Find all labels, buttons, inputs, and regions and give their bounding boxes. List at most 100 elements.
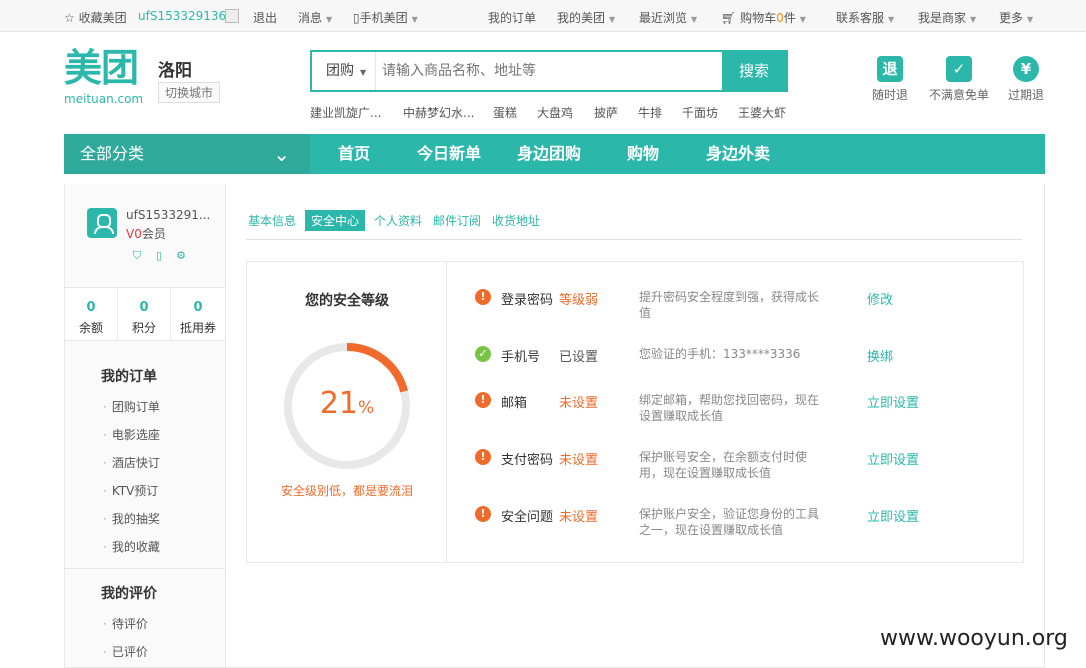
hot-keyword[interactable]: 千面坊	[682, 104, 718, 121]
chevron-down-icon: ⌄	[273, 142, 290, 166]
search-button[interactable]: 搜索	[722, 52, 786, 90]
tab-basic-info[interactable]: 基本信息	[242, 210, 302, 231]
search-category-label: 团购	[326, 63, 354, 79]
nav-link-takeout[interactable]: 身边外卖	[706, 134, 770, 174]
nav-link-nearby-deals[interactable]: 身边团购	[517, 134, 581, 174]
search-category-select[interactable]: 团购 ▼	[312, 52, 376, 90]
watermark: www.wooyun.org	[880, 626, 1068, 651]
account-tabs: 基本信息 安全中心 个人资料 邮件订阅 收货地址	[246, 210, 1022, 240]
chevron-down-icon: ▼	[411, 15, 418, 24]
account-stats: 0 余额 0 积分 0 抵用券	[65, 287, 225, 341]
phone-icon[interactable]: ▯	[151, 248, 167, 264]
checkmark-icon: ✓	[946, 56, 972, 82]
member-level: V0会员	[126, 225, 166, 242]
info-icon: !	[475, 392, 491, 408]
cart-count: 0	[776, 11, 784, 25]
user-id-link[interactable]: ufS153329136	[138, 9, 226, 23]
set-security-question-link[interactable]: 立即设置	[867, 506, 919, 525]
set-email-link[interactable]: 立即设置	[867, 392, 919, 411]
chevron-down-icon: ▼	[609, 15, 616, 24]
info-icon: !	[475, 289, 491, 305]
sidebar-item-hotel[interactable]: 酒店快订	[103, 454, 160, 471]
mobile-meituan-menu[interactable]: ▯手机美团 ▼	[353, 9, 418, 26]
security-item-payment-password: ! 支付密码 未设置 保护账号安全，在余额支付时使用，现在设置赚取成长值 立即设…	[475, 448, 1015, 488]
recent-label: 最近浏览	[639, 11, 688, 25]
security-warning: 安全级别低，都是要流泪	[280, 484, 413, 498]
more-menu[interactable]: 更多 ▼	[999, 9, 1033, 26]
stat-label: 抵用券	[179, 321, 216, 335]
stat-vouchers[interactable]: 0 抵用券	[171, 288, 225, 340]
tab-mail-subscription[interactable]: 邮件订阅	[427, 210, 487, 231]
stat-value: 0	[139, 300, 149, 315]
messages-menu[interactable]: 消息 ▼	[298, 9, 332, 26]
security-center-panel: 基本信息 安全中心 个人资料 邮件订阅 收货地址 您的安全等级 21% 安全级别…	[226, 184, 1045, 668]
rebind-phone-link[interactable]: 换绑	[867, 346, 893, 365]
merchant-menu[interactable]: 我是商家 ▼	[918, 9, 976, 26]
gear-icon[interactable]: ⚙	[173, 248, 189, 264]
chevron-down-icon: ▼	[799, 15, 806, 24]
recent-menu[interactable]: 最近浏览 ▼	[639, 9, 697, 26]
security-item-state: 未设置	[559, 453, 599, 468]
set-payment-password-link[interactable]: 立即设置	[867, 449, 919, 468]
my-orders-heading: 我的订单	[101, 369, 157, 385]
hot-keyword[interactable]: 王婆大虾	[738, 104, 786, 121]
my-meituan-menu[interactable]: 我的美团 ▼	[557, 9, 615, 26]
check-icon: ✓	[475, 346, 491, 362]
chevron-down-icon: ▼	[888, 15, 895, 24]
promise-free-if-unsatisfied[interactable]: ✓ 不满意免单	[924, 56, 994, 103]
hot-keyword[interactable]: 蛋糕	[493, 104, 517, 121]
sidebar-item-movie-seats[interactable]: 电影选座	[103, 426, 160, 443]
tab-profile[interactable]: 个人资料	[368, 210, 428, 231]
tab-shipping-address[interactable]: 收货地址	[486, 210, 546, 231]
hot-keyword[interactable]: 披萨	[594, 104, 618, 121]
messages-label: 消息	[298, 11, 323, 25]
sidebar-item-favorites[interactable]: 我的收藏	[103, 538, 160, 555]
merchant-label: 我是商家	[918, 11, 967, 25]
security-item-name: 支付密码	[501, 453, 554, 468]
security-box: 您的安全等级 21% 安全级别低，都是要流泪 ! 登录密码 等级弱 提升密码安全…	[246, 261, 1024, 563]
shield-icon[interactable]: ⛉	[129, 248, 145, 264]
service-menu[interactable]: 联系客服 ▼	[836, 9, 894, 26]
chevron-down-icon: ▼	[360, 68, 367, 77]
modify-password-link[interactable]: 修改	[867, 289, 893, 308]
sidebar-item-group-orders[interactable]: 团购订单	[103, 398, 160, 415]
chevron-down-icon: ▼	[691, 15, 698, 24]
all-categories-menu[interactable]: 全部分类 ⌄	[64, 134, 310, 174]
security-item-desc: 您验证的手机：133****3336	[639, 347, 801, 361]
mobile-meituan-label: 手机美团	[359, 11, 408, 25]
hot-keyword[interactable]: 中赫梦幻水...	[403, 104, 474, 121]
nav-link-home[interactable]: 首页	[338, 134, 370, 174]
security-item-phone: ✓ 手机号 已设置 您验证的手机：133****3336 换绑	[475, 345, 1015, 385]
stat-balance[interactable]: 0 余额	[65, 288, 118, 340]
logo-url: meituan.com	[64, 92, 144, 106]
sidebar-username: ufS1533291...	[126, 208, 211, 222]
cart-menu[interactable]: 🛒︎ 购物车0件 ▼	[721, 9, 806, 26]
avatar[interactable]	[87, 208, 117, 238]
hot-keyword[interactable]: 牛排	[638, 104, 662, 121]
security-level-title: 您的安全等级	[305, 293, 389, 309]
account-sidebar: ufS1533291... V0会员 ⛉ ▯ ⚙ 0 余额 0 积分 0 抵用券 我…	[64, 184, 226, 668]
search-input[interactable]	[382, 52, 722, 90]
stat-value: 0	[193, 300, 203, 315]
sidebar-item-pending-reviews[interactable]: 待评价	[103, 615, 148, 632]
switch-city-button[interactable]: 切换城市	[158, 82, 221, 103]
hot-keyword[interactable]: 大盘鸡	[537, 104, 573, 121]
sidebar-item-lottery[interactable]: 我的抽奖	[103, 510, 160, 527]
divider	[65, 568, 225, 569]
hot-keyword[interactable]: 建业凯旋广...	[310, 104, 381, 121]
meituan-logo[interactable]: 美团 meituan.com	[64, 46, 150, 106]
promise-expiry-refund[interactable]: ¥ 过期退	[991, 56, 1061, 103]
nav-link-shopping[interactable]: 购物	[627, 134, 659, 174]
tab-security-center[interactable]: 安全中心	[305, 210, 366, 231]
logout-link[interactable]: 退出	[253, 9, 277, 26]
stat-points[interactable]: 0 积分	[118, 288, 171, 340]
sidebar-item-ktv[interactable]: KTV预订	[103, 482, 158, 499]
promise-anytime-refund[interactable]: 退 随时退	[855, 56, 925, 103]
security-item-security-question: ! 安全问题 未设置 保护账户安全，验证您身份的工具之一，现在设置赚取成长值 立…	[475, 505, 1015, 545]
user-card-icon[interactable]	[225, 9, 239, 23]
favorite-link[interactable]: ☆ 收藏美团	[64, 9, 127, 26]
my-orders-link[interactable]: 我的订单	[488, 9, 536, 26]
nav-link-new-deals[interactable]: 今日新单	[417, 134, 481, 174]
refund-icon: 退	[877, 56, 903, 82]
sidebar-item-done-reviews[interactable]: 已评价	[103, 643, 148, 660]
